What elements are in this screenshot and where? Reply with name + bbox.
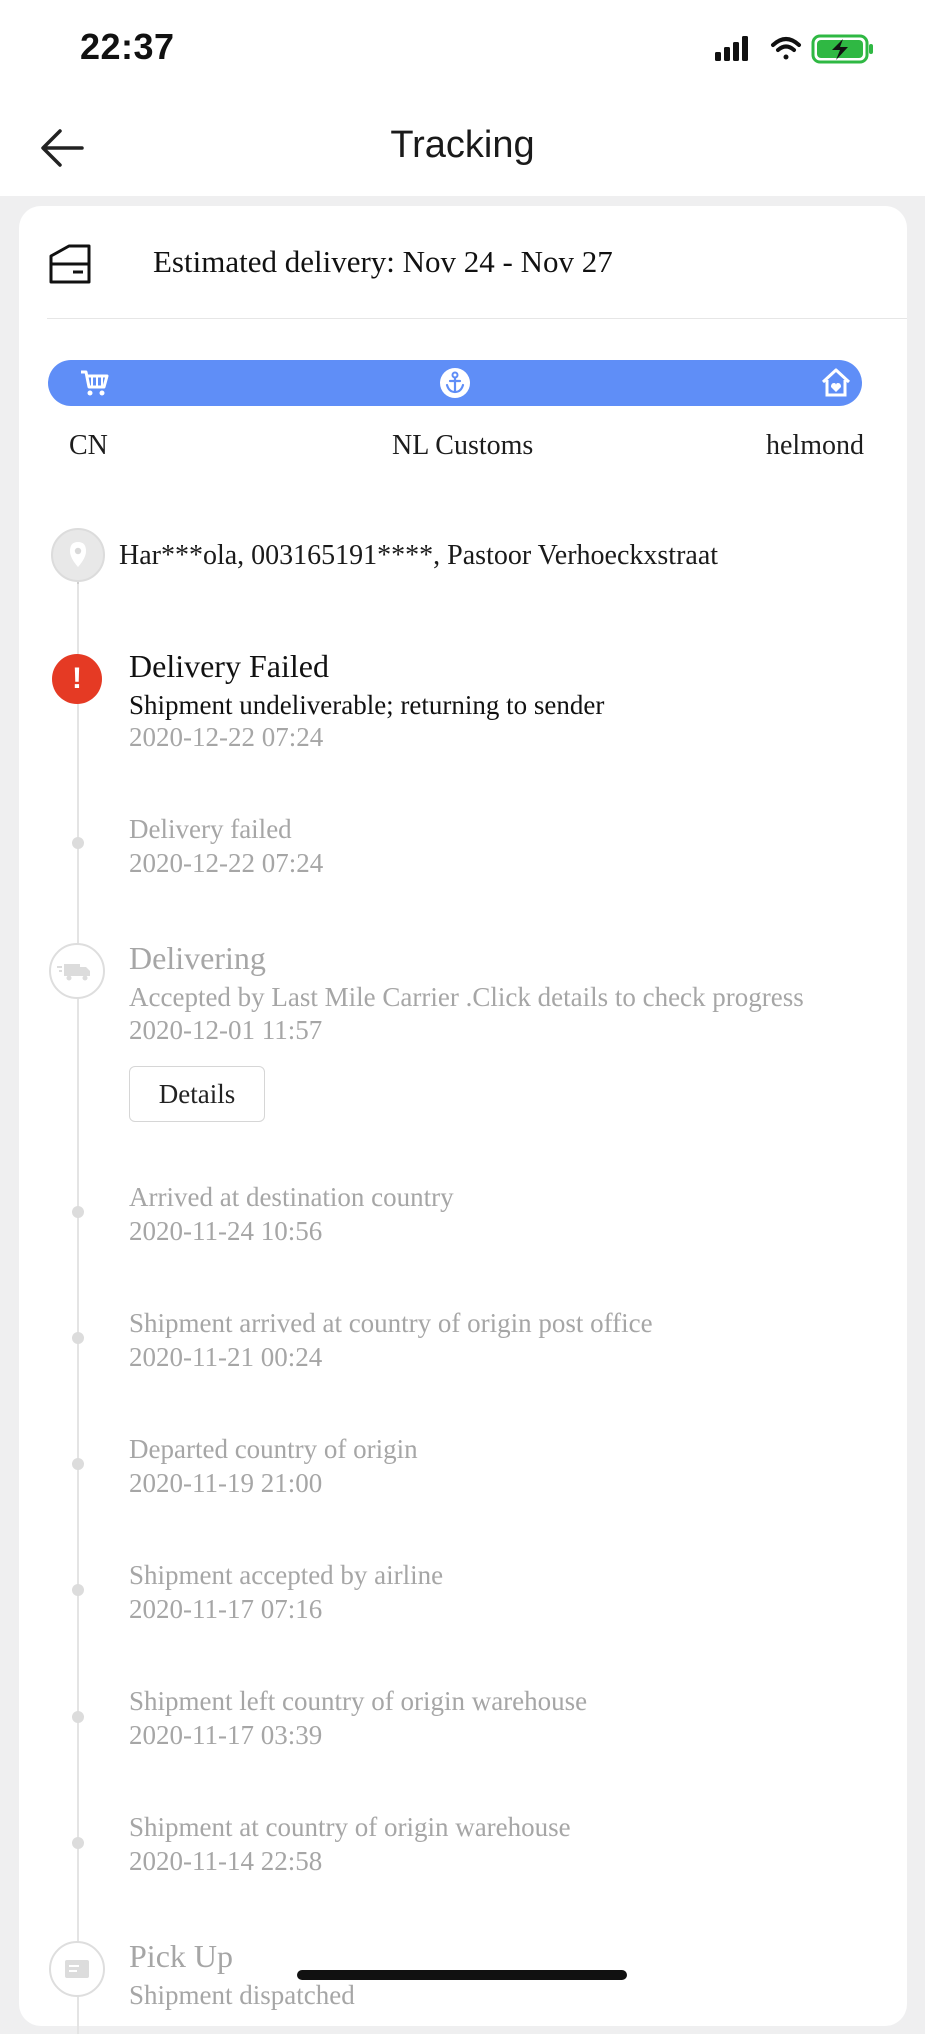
timeline-dot <box>72 837 84 849</box>
event-title: Shipment left country of origin warehous… <box>129 1686 588 1716</box>
timeline-dot <box>72 1584 84 1596</box>
timeline-line <box>77 584 79 2034</box>
event-title: Arrived at destination country <box>129 1182 454 1212</box>
shipping-progress-bar <box>48 360 862 406</box>
event-subtitle: Accepted by Last Mile Carrier .Click det… <box>129 982 804 1012</box>
event-time: 2020-12-22 07:24 <box>129 848 324 878</box>
delivery-address: Har***ola, 003165191****, Pastoor Verhoe… <box>119 540 719 571</box>
event-title: Shipment at country of origin warehouse <box>129 1812 571 1842</box>
stage-label-customs: NL Customs <box>392 430 534 461</box>
home-indicator[interactable] <box>297 1970 627 1980</box>
home-icon <box>821 368 851 397</box>
event-title: Delivery Failed <box>129 648 329 684</box>
event-title: Departed country of origin <box>129 1434 418 1464</box>
status-icons <box>715 34 873 64</box>
event-title: Shipment accepted by airline <box>129 1560 444 1590</box>
timeline-dot <box>72 1837 84 1849</box>
status-bar: 22:37 <box>0 0 925 100</box>
nav-bar: Tracking <box>0 100 925 196</box>
battery-icon <box>811 34 873 64</box>
page-title: Tracking <box>390 124 535 166</box>
alert-icon: ! <box>52 654 102 704</box>
stage-label-destination: helmond <box>766 430 864 461</box>
event-time: 2020-12-22 07:24 <box>129 722 324 752</box>
estimated-delivery-row: Estimated delivery: Nov 24 - Nov 27 <box>19 206 907 319</box>
event-title: Delivering <box>129 940 266 976</box>
event-time: 2020-11-21 00:24 <box>129 1342 323 1372</box>
details-button[interactable]: Details <box>129 1066 265 1122</box>
timeline-dot <box>72 1711 84 1723</box>
event-time: 2020-11-24 10:56 <box>129 1216 323 1246</box>
event-subtitle: Shipment dispatched <box>129 1980 355 2010</box>
event-time: 2020-11-14 22:58 <box>129 1846 323 1876</box>
timeline-dot <box>72 1332 84 1344</box>
event-time: 2020-11-17 07:16 <box>129 1594 323 1624</box>
truck-icon <box>49 943 105 999</box>
estimated-delivery-text: Estimated delivery: Nov 24 - Nov 27 <box>153 244 613 279</box>
timeline-dot <box>72 1458 84 1470</box>
package-icon <box>49 1941 105 1997</box>
stage-label-origin: CN <box>69 430 108 461</box>
cart-icon <box>81 370 109 396</box>
event-title: Delivery failed <box>129 814 292 844</box>
status-time: 22:37 <box>80 26 175 67</box>
tracking-card: Estimated delivery: Nov 24 - Nov 27 CN N… <box>19 206 907 2034</box>
anchor-icon <box>440 368 470 398</box>
signal-icon <box>715 36 748 61</box>
event-time: 2020-11-19 21:00 <box>129 1468 323 1498</box>
wifi-icon <box>771 37 801 60</box>
event-title: Pick Up <box>129 1938 233 1974</box>
event-subtitle: Shipment undeliverable; returning to sen… <box>129 690 605 720</box>
event-time: 2020-11-17 03:39 <box>129 1720 323 1750</box>
location-pin-icon <box>51 528 105 582</box>
event-time: 2020-12-01 11:57 <box>129 1015 323 1045</box>
divider <box>47 318 907 319</box>
delivery-box-icon <box>49 244 91 284</box>
timeline-dot <box>72 1206 84 1218</box>
event-title: Shipment arrived at country of origin po… <box>129 1308 653 1338</box>
